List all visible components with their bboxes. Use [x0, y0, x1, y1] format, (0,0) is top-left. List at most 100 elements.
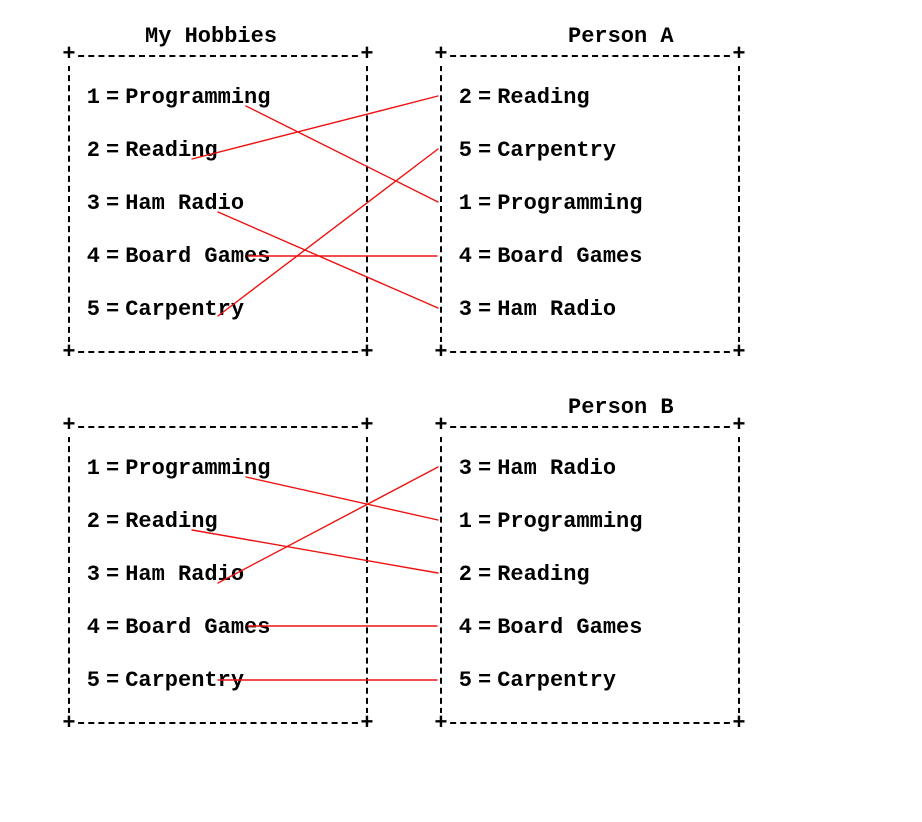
equals-sign: =	[478, 615, 491, 640]
equals-sign: =	[106, 456, 119, 481]
rank-number: 3	[452, 456, 472, 481]
rank-number: 1	[452, 191, 472, 216]
equals-sign: =	[106, 562, 119, 587]
equals-sign: =	[106, 509, 119, 534]
equals-sign: =	[478, 191, 491, 216]
hobby-label: Board Games	[125, 615, 270, 640]
list-item: 5 = Carpentry	[80, 654, 350, 707]
list-item: 2 = Reading	[452, 71, 722, 124]
rank-number: 3	[80, 562, 100, 587]
equals-sign: =	[106, 244, 119, 269]
person-a-title: Person A	[568, 24, 674, 49]
hobby-label: Ham Radio	[125, 191, 244, 216]
equals-sign: =	[478, 85, 491, 110]
equals-sign: =	[478, 138, 491, 163]
rank-number: 2	[452, 85, 472, 110]
rank-number: 5	[80, 297, 100, 322]
list-item: 5 = Carpentry	[80, 283, 350, 336]
hobby-label: Reading	[125, 509, 217, 534]
diagram-stage: My Hobbies Person A 1 = Programming 2 = …	[0, 0, 922, 822]
plus-icon: +	[62, 342, 76, 364]
equals-sign: =	[478, 668, 491, 693]
equals-sign: =	[478, 244, 491, 269]
rank-number: 2	[80, 138, 100, 163]
hobby-label: Carpentry	[497, 138, 616, 163]
plus-icon: +	[62, 415, 76, 437]
hobby-label: Programming	[125, 85, 270, 110]
list-item: 1 = Programming	[80, 442, 350, 495]
plus-icon: +	[732, 342, 746, 364]
equals-sign: =	[106, 191, 119, 216]
hobby-label: Reading	[497, 562, 589, 587]
plus-icon: +	[434, 713, 448, 735]
rank-number: 5	[80, 668, 100, 693]
my-hobbies-box-bottom: 1 = Programming 2 = Reading 3 = Ham Radi…	[68, 426, 368, 724]
equals-sign: =	[106, 668, 119, 693]
list-item: 5 = Carpentry	[452, 124, 722, 177]
list-item: 1 = Programming	[452, 177, 722, 230]
rank-number: 4	[452, 244, 472, 269]
list-item: 4 = Board Games	[452, 230, 722, 283]
hobby-label: Ham Radio	[125, 562, 244, 587]
rank-number: 1	[80, 456, 100, 481]
person-a-box: 2 = Reading 5 = Carpentry 1 = Programmin…	[440, 55, 740, 353]
plus-icon: +	[62, 44, 76, 66]
list-item: 2 = Reading	[80, 124, 350, 177]
list-item: 4 = Board Games	[452, 601, 722, 654]
list-item: 1 = Programming	[80, 71, 350, 124]
hobby-label: Ham Radio	[497, 297, 616, 322]
hobby-label: Carpentry	[497, 668, 616, 693]
list-item: 1 = Programming	[452, 495, 722, 548]
rank-number: 4	[80, 244, 100, 269]
my-hobbies-box-top: 1 = Programming 2 = Reading 3 = Ham Radi…	[68, 55, 368, 353]
list-item: 2 = Reading	[80, 495, 350, 548]
equals-sign: =	[478, 297, 491, 322]
list-item: 3 = Ham Radio	[80, 548, 350, 601]
rank-number: 1	[452, 509, 472, 534]
hobby-label: Reading	[125, 138, 217, 163]
rank-number: 4	[452, 615, 472, 640]
plus-icon: +	[360, 415, 374, 437]
rank-number: 4	[80, 615, 100, 640]
equals-sign: =	[106, 615, 119, 640]
equals-sign: =	[106, 138, 119, 163]
plus-icon: +	[360, 44, 374, 66]
list-item: 5 = Carpentry	[452, 654, 722, 707]
hobby-label: Carpentry	[125, 668, 244, 693]
hobby-label: Reading	[497, 85, 589, 110]
plus-icon: +	[732, 44, 746, 66]
plus-icon: +	[732, 415, 746, 437]
plus-icon: +	[62, 713, 76, 735]
equals-sign: =	[478, 562, 491, 587]
list-item: 4 = Board Games	[80, 230, 350, 283]
plus-icon: +	[732, 713, 746, 735]
hobby-label: Board Games	[125, 244, 270, 269]
my-hobbies-title-top: My Hobbies	[145, 24, 277, 49]
rank-number: 3	[452, 297, 472, 322]
hobby-label: Board Games	[497, 244, 642, 269]
person-b-box: 3 = Ham Radio 1 = Programming 2 = Readin…	[440, 426, 740, 724]
equals-sign: =	[478, 456, 491, 481]
plus-icon: +	[434, 342, 448, 364]
list-item: 3 = Ham Radio	[452, 283, 722, 336]
hobby-label: Programming	[497, 509, 642, 534]
equals-sign: =	[478, 509, 491, 534]
list-item: 4 = Board Games	[80, 601, 350, 654]
plus-icon: +	[434, 44, 448, 66]
rank-number: 5	[452, 138, 472, 163]
rank-number: 1	[80, 85, 100, 110]
rank-number: 2	[452, 562, 472, 587]
list-item: 3 = Ham Radio	[80, 177, 350, 230]
plus-icon: +	[360, 342, 374, 364]
hobby-label: Board Games	[497, 615, 642, 640]
plus-icon: +	[360, 713, 374, 735]
hobby-label: Ham Radio	[497, 456, 616, 481]
rank-number: 3	[80, 191, 100, 216]
list-item: 3 = Ham Radio	[452, 442, 722, 495]
hobby-label: Programming	[125, 456, 270, 481]
equals-sign: =	[106, 297, 119, 322]
rank-number: 2	[80, 509, 100, 534]
hobby-label: Carpentry	[125, 297, 244, 322]
equals-sign: =	[106, 85, 119, 110]
hobby-label: Programming	[497, 191, 642, 216]
